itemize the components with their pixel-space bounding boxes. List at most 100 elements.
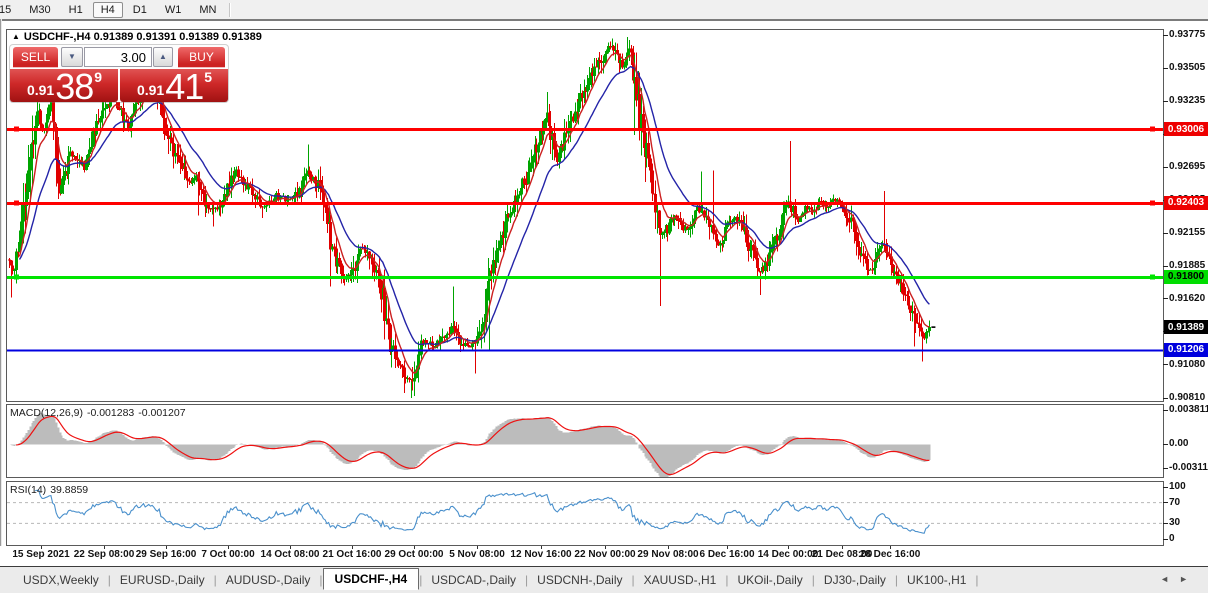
window-left-border	[0, 19, 2, 566]
axis-tick-label: 100	[1169, 481, 1186, 492]
time-tick-label: 7 Oct 00:00	[201, 549, 255, 560]
chevron-up-icon: ▲	[159, 52, 167, 61]
axis-tick-mark	[1163, 265, 1168, 267]
chart-ohlc-values: 0.91389 0.91391 0.91389 0.91389	[93, 31, 262, 43]
collapse-icon[interactable]: ▲	[12, 32, 20, 41]
tab-scroll-arrows: ◄►	[1160, 574, 1198, 584]
timeframe-button-m30[interactable]: M30	[21, 2, 58, 18]
axis-tick-mark	[1163, 364, 1168, 366]
tab-scroll-left-icon[interactable]: ◄	[1160, 574, 1179, 584]
price-badge-0.92403: 0.92403	[1164, 195, 1208, 210]
sell-button[interactable]: SELL	[13, 47, 58, 68]
timeframe-toolbar: 15 M30 H1 H4 D1 W1 MN	[0, 0, 1208, 21]
chart-tab-eurusd-daily[interactable]: EURUSD-,Daily	[111, 570, 214, 590]
axis-tick-label: 0.93505	[1169, 62, 1206, 74]
timeframe-button-h4[interactable]: H4	[92, 1, 123, 18]
chart-tab-uk100-h1[interactable]: UK100-,H1	[898, 570, 975, 590]
axis-tick-mark	[1163, 409, 1168, 411]
axis-tick-mark	[1163, 397, 1168, 399]
price-badge-0.91206: 0.91206	[1164, 342, 1208, 357]
timeframe-button-15[interactable]: 15	[0, 2, 19, 18]
chart-tab-usdx-weekly[interactable]: USDX,Weekly	[14, 570, 108, 590]
timeframe-button-w1[interactable]: W1	[157, 2, 190, 18]
timeframe-button-mn[interactable]: MN	[191, 2, 224, 18]
axis-tick-mark	[1163, 34, 1168, 36]
rsi-indicator-panel	[6, 481, 1164, 546]
chart-title: ▲ USDCHF-,H4 0.91389 0.91391 0.91389 0.91…	[12, 31, 262, 43]
rsi-label: RSI(14) 39.8859	[10, 484, 92, 496]
macd-label: MACD(12,26,9) -0.001283 -0.001207	[10, 407, 190, 419]
time-tick-label: 14 Dec 00:00	[757, 549, 819, 560]
axis-tick-mark	[1163, 166, 1168, 168]
sell-price-quote[interactable]: 0.91 38 9	[10, 66, 118, 107]
axis-tick-label: 0.92695	[1169, 161, 1206, 173]
axis-tick-mark	[1163, 538, 1168, 540]
tab-scroll-right-icon[interactable]: ►	[1179, 574, 1198, 584]
rsi-value: 39.8859	[50, 484, 89, 496]
timeframe-button-d1[interactable]: D1	[125, 2, 155, 18]
chart-symbol-timeframe: USDCHF-,H4	[23, 31, 91, 43]
chart-tab-usdchf-h4[interactable]: USDCHF-,H4	[322, 568, 420, 590]
chevron-down-icon: ▼	[68, 52, 76, 61]
volume-input[interactable]	[84, 47, 152, 67]
time-tick-label: 21 Oct 16:00	[322, 549, 382, 560]
time-tick-label: 12 Nov 16:00	[510, 549, 572, 560]
axis-tick-mark	[1163, 67, 1168, 69]
time-tick-label: 29 Oct 00:00	[384, 549, 444, 560]
price-badge-0.91800: 0.91800	[1164, 269, 1208, 284]
macd-main-value: -0.001283	[86, 407, 135, 419]
axis-tick-label: 0.91080	[1169, 358, 1206, 370]
price-badge-0.93006: 0.93006	[1164, 122, 1208, 137]
buy-price-quote[interactable]: 0.91 41 5	[120, 66, 228, 107]
time-tick-label: 6 Dec 16:00	[699, 549, 755, 560]
axis-tick-mark	[1163, 443, 1168, 445]
time-axis: 15 Sep 2021 22 Sep 08:00 29 Sep 16:00 7 Oct…	[0, 546, 1208, 566]
trading-terminal: 15 M30 H1 H4 D1 W1 MN ▲ USDCHF-,H4 0.91389 0.91…	[0, 0, 1208, 593]
axis-tick-mark	[1163, 232, 1168, 234]
chart-tab-usdcad-daily[interactable]: USDCAD-,Daily	[422, 570, 525, 590]
time-tick-label: 15 Sep 2021	[12, 549, 70, 560]
price-badge-0.91389: 0.91389	[1164, 320, 1208, 335]
axis-tick-label: 30	[1169, 517, 1181, 529]
axis-tick-label: 0.92155	[1169, 227, 1206, 239]
axis-tick-mark	[1163, 100, 1168, 102]
sell-price-point: 9	[94, 69, 103, 85]
timeframe-button-h1[interactable]: H1	[61, 2, 91, 18]
chart-tab-dj30-daily[interactable]: DJ30-,Daily	[815, 570, 895, 590]
time-tick-label: 28 Dec 16:00	[859, 549, 921, 560]
axis-tick-mark	[1163, 467, 1168, 469]
axis-tick-mark	[1163, 522, 1168, 524]
volume-increase-button[interactable]: ▲	[153, 47, 173, 67]
sell-price-pips: 38	[55, 66, 94, 107]
buy-button[interactable]: BUY	[178, 47, 225, 68]
toolbar-separator	[229, 2, 232, 17]
chart-tab-xauusd-h1[interactable]: XAUUSD-,H1	[635, 570, 726, 590]
axis-tick-label: 0.00	[1169, 438, 1189, 449]
buy-price-point: 5	[204, 69, 213, 85]
axis-tick-label: 0.93235	[1169, 95, 1206, 107]
volume-decrease-button[interactable]: ▼	[61, 47, 83, 67]
time-tick-label: 22 Sep 08:00	[73, 549, 135, 560]
time-tick-label: 5 Nov 08:00	[449, 549, 505, 560]
chart-tabs-bar: USDX,Weekly | EURUSD-,Daily | AUDUSD-,Daily |…	[0, 567, 1208, 593]
time-tick-label: 29 Nov 08:00	[637, 549, 699, 560]
chart-tab-ukoil-daily[interactable]: UKOil-,Daily	[728, 570, 811, 590]
axis-tick-label: -0.00311	[1169, 462, 1208, 473]
axis-tick-label: 0	[1169, 533, 1175, 544]
tab-separator: |	[975, 573, 979, 587]
chart-tab-usdcnh-daily[interactable]: USDCNH-,Daily	[528, 570, 631, 590]
buy-price-pips: 41	[165, 66, 204, 107]
time-tick-label: 29 Sep 16:00	[135, 549, 197, 560]
time-tick-label: 14 Oct 08:00	[260, 549, 320, 560]
macd-name: MACD(12,26,9)	[10, 407, 83, 419]
time-tick-label: 22 Nov 00:00	[574, 549, 636, 560]
rsi-name: RSI(14)	[10, 484, 47, 496]
rsi-canvas[interactable]	[7, 482, 1163, 545]
chart-tab-audusd-daily[interactable]: AUDUSD-,Daily	[217, 570, 320, 590]
axis-tick-label: 0.91620	[1169, 292, 1206, 304]
axis-tick-label: 0.003811	[1169, 404, 1208, 415]
axis-tick-label: 0.90810	[1169, 392, 1206, 404]
axis-tick-mark	[1163, 298, 1168, 300]
buy-price-prefix: 0.91	[136, 82, 165, 98]
sell-price-prefix: 0.91	[26, 82, 55, 98]
